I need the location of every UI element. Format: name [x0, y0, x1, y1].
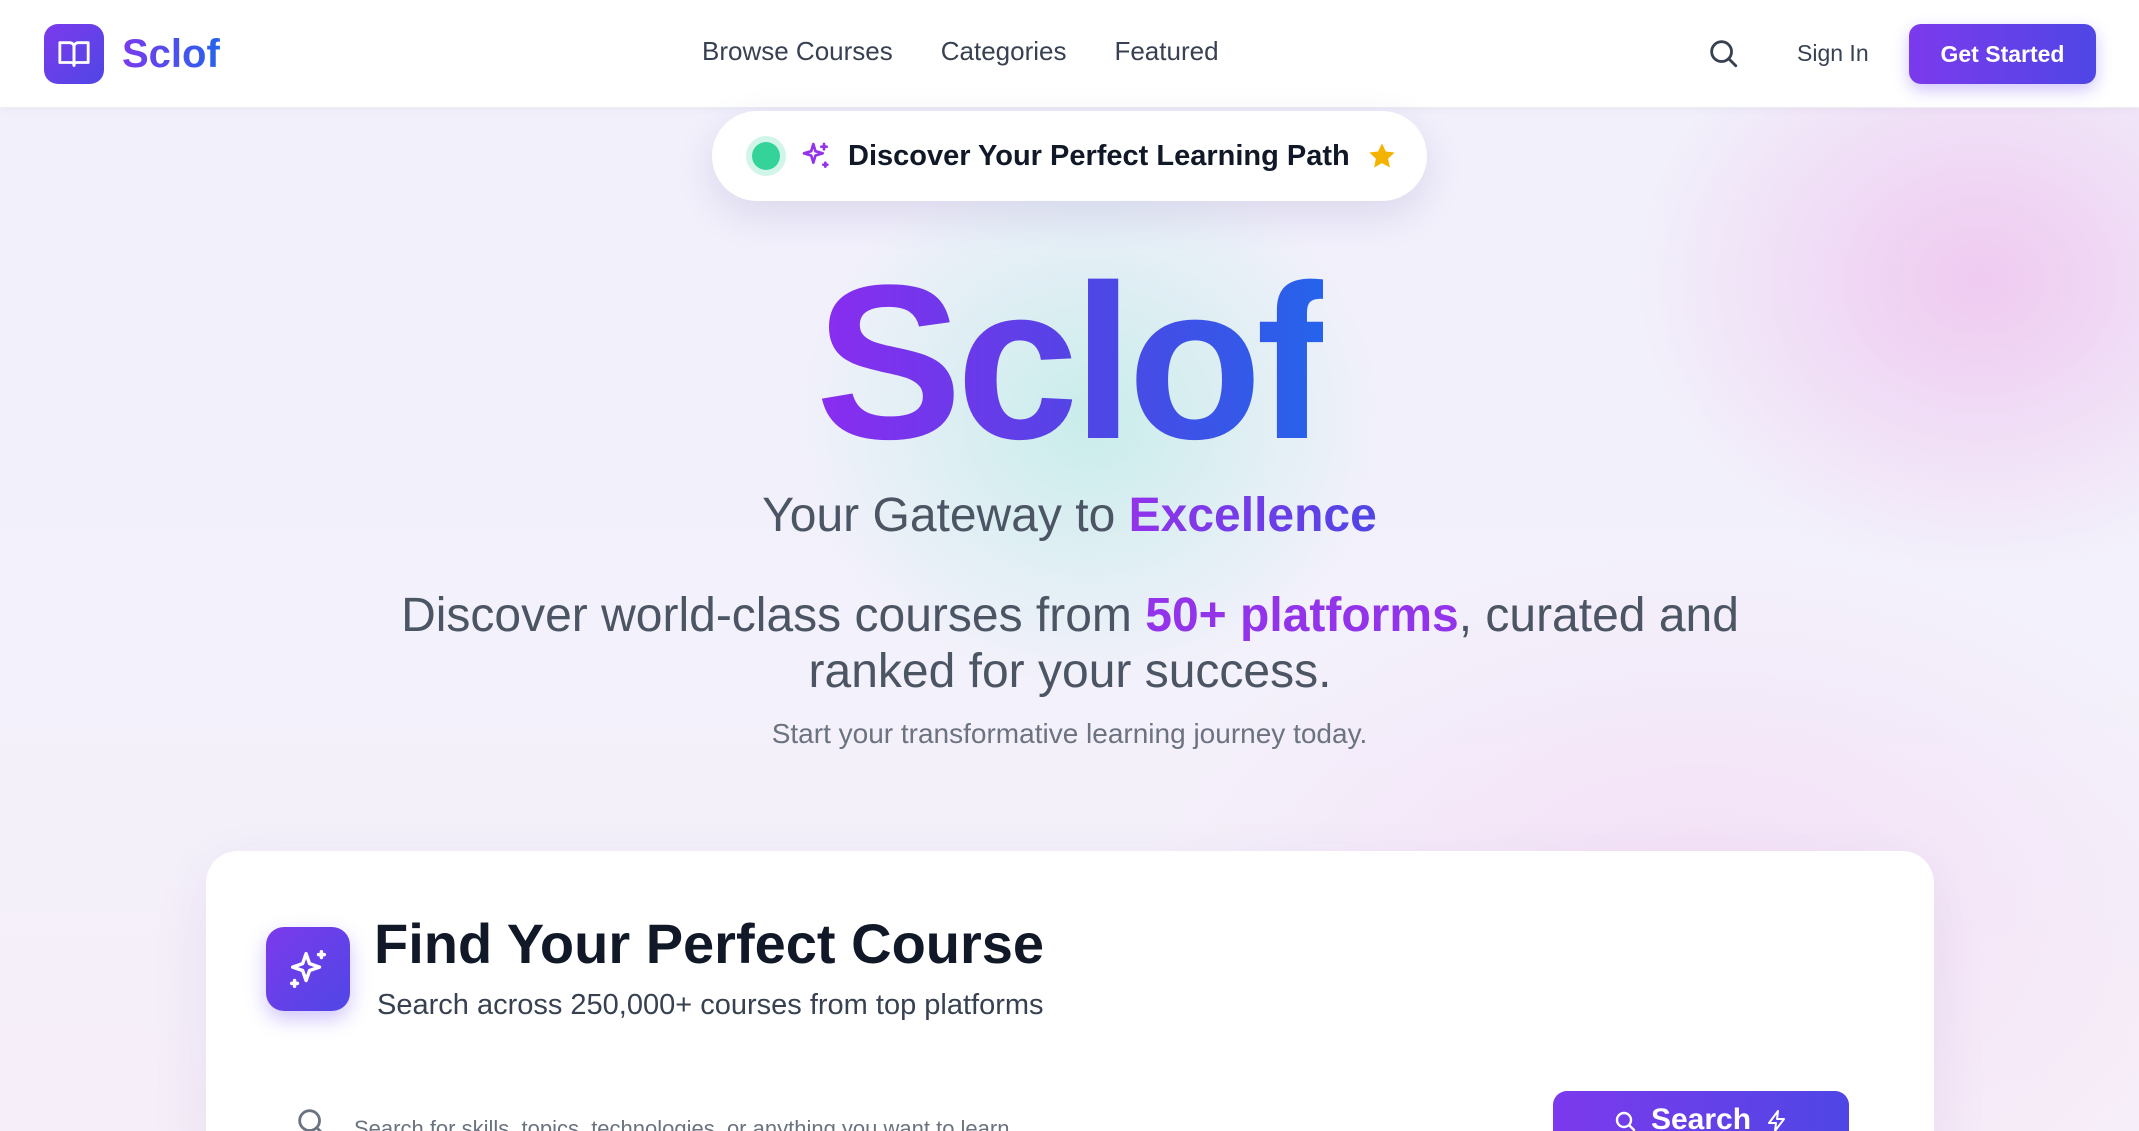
course-search-card: Find Your Perfect Course Search across 2… [206, 851, 1934, 1131]
brand[interactable]: Sclof [44, 24, 220, 84]
hero-title-text: Sclof [815, 239, 1330, 485]
course-search-input[interactable] [354, 1109, 1554, 1131]
main-nav: Browse Courses Categories Featured [702, 36, 1267, 67]
hero-tagline: Your Gateway to Excellence [0, 488, 2139, 543]
badge-text: Discover Your Perfect Learning Path [848, 139, 1350, 172]
tagline-accent: Excellence [1128, 489, 1377, 542]
desc-prefix: Discover world-class courses from [401, 589, 1146, 642]
status-dot [752, 142, 780, 170]
page: Sclof Browse Courses Categories Featured… [0, 0, 2139, 1131]
hero-title: Sclof [0, 252, 2139, 472]
nav-featured[interactable]: Featured [1114, 36, 1218, 67]
nav-browse-courses[interactable]: Browse Courses [702, 36, 893, 67]
hero-description: Discover world-class courses from 50+ pl… [380, 588, 1760, 700]
search-button-label: Search [1650, 1103, 1752, 1131]
get-started-button[interactable]: Get Started [1909, 24, 2096, 84]
lightning-icon [1768, 1110, 1786, 1131]
search-button[interactable]: Search [1553, 1091, 1849, 1131]
search-card-title: Find Your Perfect Course [374, 912, 1045, 975]
book-open-icon [44, 24, 104, 84]
desc-accent: 50+ platforms [1145, 589, 1459, 642]
course-search-field[interactable] [266, 1091, 1666, 1131]
sparkle-icon [800, 140, 832, 172]
sparkles-icon [266, 927, 350, 1011]
sign-in-link[interactable]: Sign In [1797, 40, 1869, 67]
top-navbar: Sclof Browse Courses Categories Featured… [0, 0, 2139, 108]
search-icon [1615, 1111, 1636, 1131]
learning-path-badge: Discover Your Perfect Learning Path [712, 111, 1427, 201]
search-icon[interactable] [1706, 36, 1740, 70]
hero-subdescription: Start your transformative learning journ… [771, 718, 1368, 749]
nav-categories[interactable]: Categories [941, 36, 1067, 67]
tagline-prefix: Your Gateway to [762, 489, 1129, 542]
brand-name: Sclof [122, 31, 220, 76]
search-icon [294, 1105, 328, 1131]
star-icon [1366, 140, 1398, 172]
search-card-subtitle: Search across 250,000+ courses from top … [377, 989, 1044, 1021]
